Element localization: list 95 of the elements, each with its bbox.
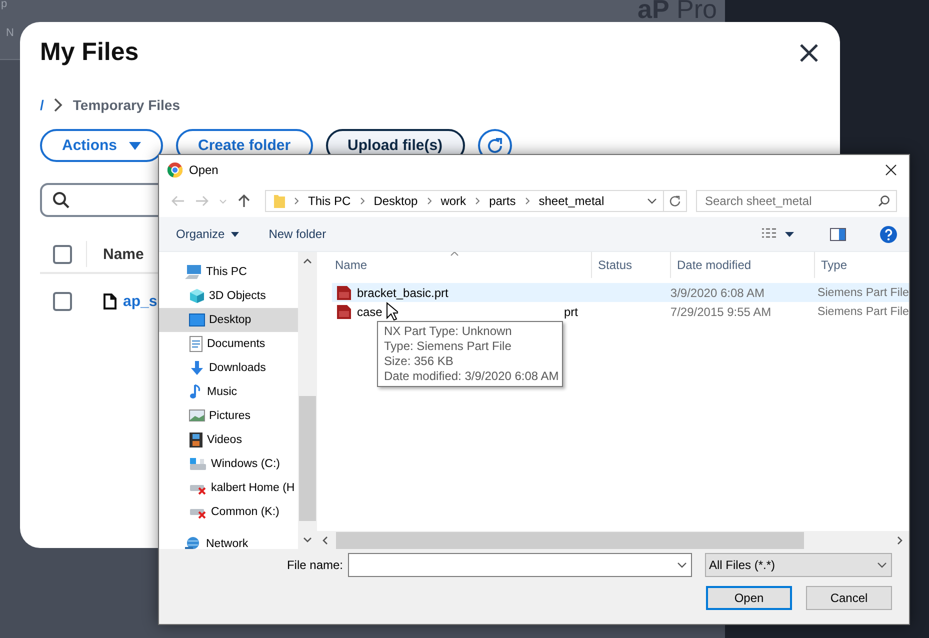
vertical-scrollbar[interactable] (298, 252, 316, 549)
file-icon (103, 292, 117, 310)
chevron-right-icon (524, 197, 530, 205)
nav-item[interactable]: Pictures (159, 404, 298, 428)
toolbar-button[interactable]: Organize (176, 227, 239, 241)
chevron-right-icon (475, 197, 480, 205)
folder-icon (274, 193, 285, 209)
preview-pane-icon[interactable] (830, 228, 846, 240)
row-checkbox[interactable] (53, 292, 72, 310)
horizontal-scrollbar[interactable] (317, 531, 909, 549)
sort-caret-icon (450, 252, 459, 256)
file-name: prt (564, 304, 578, 318)
tooltip-line: NX Part Type: Unknown (384, 324, 513, 339)
path-segment[interactable]: sheet_metal (538, 194, 604, 208)
column-header[interactable]: Status (591, 252, 670, 278)
chevron-down-icon[interactable] (677, 562, 687, 568)
refresh-icon[interactable] (669, 195, 681, 207)
search-icon (52, 191, 70, 209)
field-label: File name: (286, 558, 343, 572)
file-name-field[interactable] (348, 553, 692, 577)
desktop-icon (189, 313, 205, 327)
search-icon (878, 195, 890, 207)
date-cell-text: 7/29/2015 9:55 AM (669, 304, 772, 318)
nav-item[interactable]: Windows (C:) (159, 452, 298, 476)
chevron-right-icon (294, 197, 299, 205)
nav-item[interactable]: Common (K:) (159, 500, 298, 524)
image-icon (189, 409, 205, 423)
tooltip-line: Date modified: 3/9/2020 6:08 AM (384, 369, 556, 384)
nav-item[interactable]: kalbert Home (H (159, 476, 298, 500)
nav-item[interactable]: Music (159, 380, 298, 404)
scroll-down-icon[interactable] (302, 537, 312, 543)
chevron-down-icon[interactable] (647, 198, 657, 204)
date-cell-text: 3/9/2020 6:08 AM (669, 286, 766, 300)
cube-icon (189, 288, 205, 304)
file-name: bracket_basic.prt (357, 286, 448, 300)
column-header[interactable]: Name (103, 246, 144, 262)
nav-item[interactable]: 3D Objects (159, 284, 298, 308)
document-icon (189, 336, 203, 352)
path-segment[interactable]: This PC (308, 194, 351, 208)
breadcrumb-link[interactable]: / (40, 97, 44, 113)
file-link[interactable]: ap_s (123, 292, 158, 310)
column-header[interactable]: Date modified (670, 252, 814, 278)
film-icon (189, 432, 203, 448)
part-file-icon (336, 284, 352, 300)
help-icon[interactable] (880, 226, 897, 242)
type-cell-text: Siemens Part File (816, 286, 909, 299)
file-name: case (357, 304, 382, 318)
nav-item[interactable]: Documents (159, 332, 298, 356)
refresh-icon (486, 136, 504, 154)
file-row[interactable]: case prt 7/29/2015 9:55 AM Siemens Part File (332, 302, 909, 321)
part-file-icon (336, 304, 352, 320)
column-header[interactable]: Name (317, 252, 591, 278)
close-icon[interactable] (885, 164, 897, 176)
tooltip-line: Size: 356 KB (384, 354, 454, 369)
path-segment[interactable]: parts (489, 194, 516, 208)
music-note-icon (189, 384, 203, 400)
select-all-checkbox[interactable] (53, 244, 72, 264)
down-arrow-icon (189, 360, 205, 376)
chrome-icon (167, 162, 183, 178)
nav-item[interactable]: Desktop (159, 308, 298, 332)
path-segment[interactable]: Desktop (374, 194, 418, 208)
dialog-button[interactable]: Cancel (806, 586, 892, 610)
caret-icon[interactable] (785, 232, 794, 236)
dialog-title: Open (189, 163, 220, 177)
scroll-left-icon[interactable] (322, 536, 328, 544)
dialog-button[interactable]: Open (706, 586, 792, 610)
search-box[interactable]: Search sheet_metal (696, 190, 897, 212)
scroll-up-icon[interactable] (302, 258, 312, 264)
chevron-right-icon (426, 197, 432, 205)
chevron-right-icon (54, 98, 63, 112)
scroll-right-icon[interactable] (897, 536, 903, 544)
close-icon[interactable] (798, 42, 820, 64)
column-header[interactable]: Type (814, 252, 909, 278)
file-row[interactable]: bracket_basic.prt 3/9/2020 6:08 AM Siemens Part File (332, 283, 909, 302)
actions-dropdown[interactable]: Actions (40, 129, 164, 162)
computer-icon (184, 264, 202, 280)
caret-icon (129, 140, 142, 150)
nav-item[interactable]: This PC (159, 260, 298, 284)
type-cell-text: Siemens Part File (816, 305, 909, 318)
up-arrow-icon[interactable] (237, 194, 251, 208)
caret-icon (230, 232, 239, 236)
toolbar-button[interactable]: New folder (268, 227, 326, 241)
tooltip-line: Type: Siemens Part File (384, 339, 512, 354)
chevron-down-icon (877, 562, 887, 568)
path-segment[interactable]: work (440, 194, 466, 208)
nav-item[interactable]: Videos (159, 428, 298, 452)
cut-off-text: N (6, 27, 14, 39)
modal-title: My Files (40, 38, 139, 67)
cut-off-text: p (1, 0, 8, 10)
drive-icon (189, 456, 207, 472)
address-bar[interactable]: This PC Desktop work parts sheet_metal (265, 190, 687, 212)
file-type-dropdown[interactable]: All Files (*.*) (705, 553, 892, 577)
chevron-right-icon (360, 197, 365, 205)
nav-item[interactable]: Downloads (159, 356, 298, 380)
breadcrumb-current: Temporary Files (72, 97, 180, 113)
